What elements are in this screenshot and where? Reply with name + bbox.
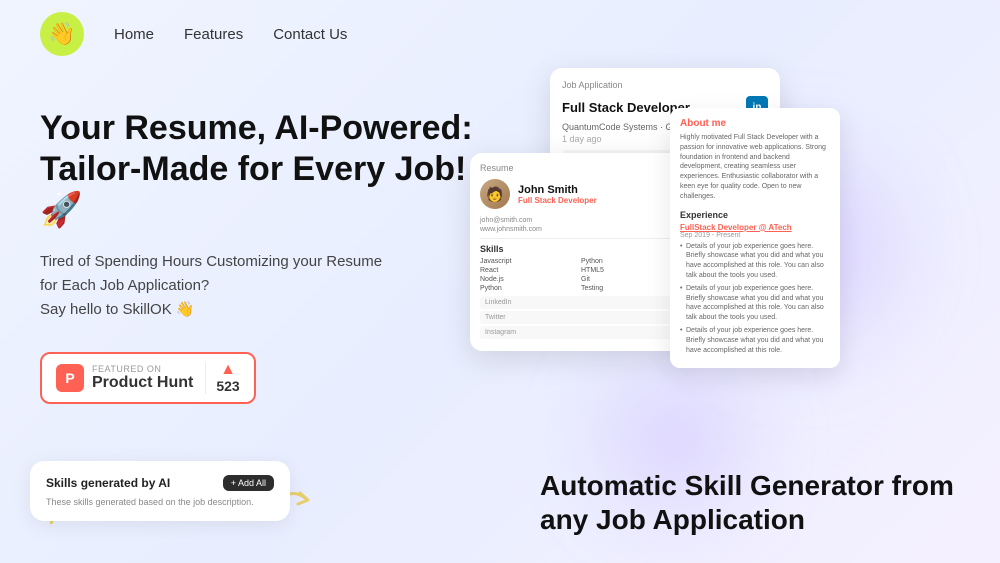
bottom-left: Skills generated by AI + Add All These s… (0, 443, 500, 563)
product-hunt-icon: P (56, 364, 84, 392)
logo[interactable]: 👋 (40, 12, 84, 56)
hero-title: Your Resume, AI-Powered: Tailor-Made for… (40, 108, 500, 230)
product-hunt-badge[interactable]: P FEATURED ON Product Hunt ▲ 523 (40, 352, 256, 404)
about-experience-card: About me Highly motivated Full Stack Dev… (670, 108, 840, 368)
skills-generated-card: Skills generated by AI + Add All These s… (30, 461, 290, 521)
nav-link-features[interactable]: Features (184, 26, 243, 43)
nav-link-home[interactable]: Home (114, 26, 154, 43)
resume-card: Resume 🧑 John Smith Full Stack Developer… (470, 153, 690, 351)
bottom-strip: Skills generated by AI + Add All These s… (0, 443, 1000, 563)
product-hunt-text: FEATURED ON Product Hunt (92, 364, 193, 392)
add-all-button[interactable]: + Add All (223, 475, 274, 491)
nav-links: Home Features Contact Us (114, 26, 347, 43)
hero-subtitle: Tired of Spending Hours Customizing your… (40, 250, 500, 322)
avatar: 🧑 (480, 179, 510, 209)
nav-link-contact[interactable]: Contact Us (273, 26, 347, 43)
product-hunt-votes: ▲ 523 (205, 362, 239, 394)
navbar: 👋 Home Features Contact Us (0, 0, 1000, 68)
skills-grid: Javascript Python React HTML5 Node.js Gi… (480, 258, 680, 292)
auto-skill-title: Automatic Skill Generator from any Job A… (540, 469, 954, 536)
bottom-right: Automatic Skill Generator from any Job A… (500, 443, 1000, 563)
skills-card-container: Skills generated by AI + Add All These s… (30, 461, 500, 521)
